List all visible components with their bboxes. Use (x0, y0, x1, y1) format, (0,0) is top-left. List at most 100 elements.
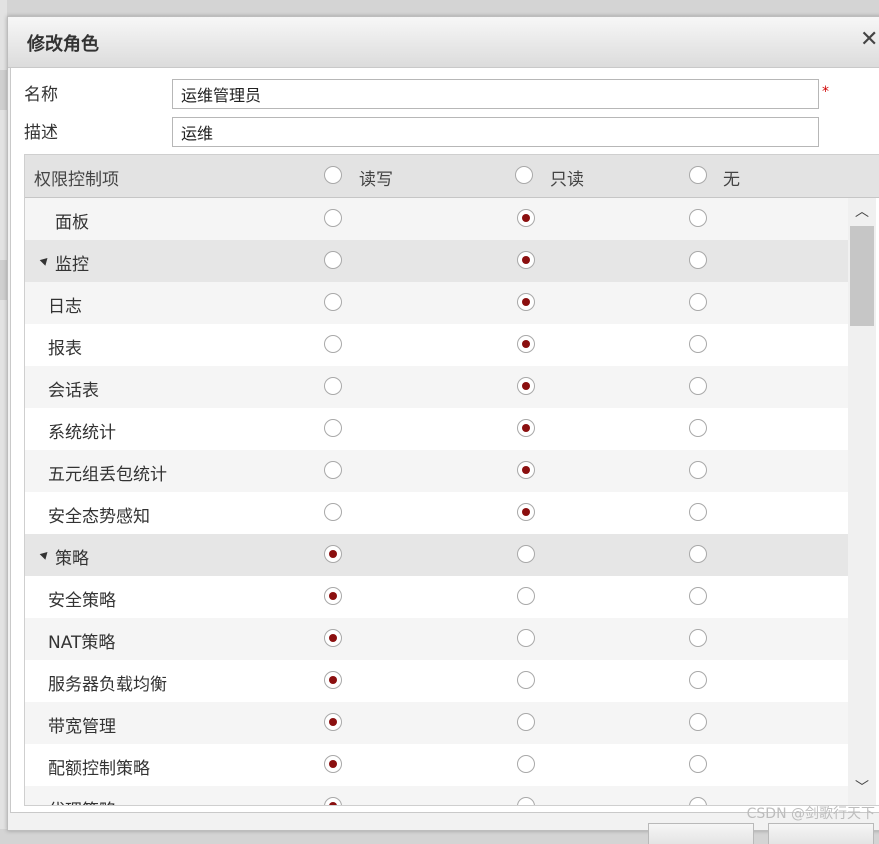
radio-none[interactable] (689, 587, 707, 605)
dialog-title: 修改角色 (27, 34, 99, 55)
radio-none[interactable] (689, 419, 707, 437)
table-row: 报表 (25, 324, 848, 366)
radio-read-write[interactable] (324, 461, 342, 479)
table-row: 监控 (25, 240, 848, 282)
radio-none[interactable] (689, 629, 707, 647)
name-input[interactable] (172, 79, 819, 109)
row-label: NAT策略 (48, 633, 116, 653)
radio-read-write[interactable] (324, 503, 342, 521)
radio-read-write[interactable] (324, 293, 342, 311)
radio-none[interactable] (689, 797, 707, 805)
radio-none[interactable] (689, 293, 707, 311)
name-label: 名称 (24, 85, 58, 105)
row-label: 五元组丢包统计 (48, 465, 167, 485)
scroll-thumb[interactable] (850, 226, 874, 326)
radio-read-write[interactable] (324, 755, 342, 773)
radio-none[interactable] (689, 671, 707, 689)
header-none-radio[interactable] (689, 166, 707, 184)
radio-read-only[interactable] (517, 419, 535, 437)
close-icon[interactable]: ✕ (860, 27, 878, 53)
radio-read-write[interactable] (324, 377, 342, 395)
table-row: 系统统计 (25, 408, 848, 450)
radio-none[interactable] (689, 377, 707, 395)
required-mark: * (822, 84, 829, 100)
header-item-label: 权限控制项 (34, 170, 119, 190)
radio-none[interactable] (689, 461, 707, 479)
table-row: 带宽管理 (25, 702, 848, 744)
permission-table: 权限控制项 读写 只读 无 面板监控日志报表会话表系统统计五元组丢包统计 安全态势… (24, 154, 879, 806)
row-label: 代理策略 (48, 796, 116, 805)
radio-read-only[interactable] (517, 629, 535, 647)
row-label: 面板 (55, 213, 89, 233)
table-row: 日志 (25, 282, 848, 324)
footer-button-left[interactable] (648, 823, 754, 844)
expand-triangle-icon[interactable] (39, 255, 51, 266)
radio-read-only[interactable] (517, 461, 535, 479)
chevron-down-icon[interactable]: ﹀ (852, 778, 872, 798)
row-label: 服务器负载均衡 (48, 675, 167, 695)
radio-read-only[interactable] (517, 377, 535, 395)
table-row: 安全策略 (25, 576, 848, 618)
row-label: 带宽管理 (48, 717, 116, 737)
table-row: 代理策略 (25, 786, 848, 805)
table-row: 五元组丢包统计 (25, 450, 848, 492)
radio-read-write[interactable] (324, 251, 342, 269)
row-label: 日志 (48, 297, 82, 317)
expand-triangle-icon[interactable] (39, 549, 51, 560)
radio-read-write[interactable] (324, 587, 342, 605)
radio-none[interactable] (689, 545, 707, 563)
radio-read-only[interactable] (517, 797, 535, 805)
radio-none[interactable] (689, 503, 707, 521)
radio-read-only[interactable] (517, 251, 535, 269)
scrollbar[interactable]: ︿ ﹀ (848, 198, 876, 805)
table-rows: 面板监控日志报表会话表系统统计五元组丢包统计 安全态势感知策略 安全策略 NAT策略服… (25, 198, 848, 805)
radio-read-write[interactable] (324, 629, 342, 647)
radio-none[interactable] (689, 335, 707, 353)
radio-read-only[interactable] (517, 335, 535, 353)
table-row: 会话表 (25, 366, 848, 408)
radio-none[interactable] (689, 755, 707, 773)
row-label: 系统统计 (48, 423, 116, 443)
header-read-only-radio[interactable] (515, 166, 533, 184)
dialog-body: 名称 * 描述 权限控制项 读写 只读 无 面板监控日志报表会话表系统统计五元组… (10, 67, 879, 813)
radio-read-only[interactable] (517, 755, 535, 773)
radio-read-only[interactable] (517, 293, 535, 311)
radio-read-write[interactable] (324, 419, 342, 437)
radio-read-only[interactable] (517, 503, 535, 521)
radio-read-only[interactable] (517, 209, 535, 227)
table-row: 服务器负载均衡 (25, 660, 848, 702)
background-mark (0, 260, 7, 300)
table-row: 策略 (25, 534, 848, 576)
table-row: NAT策略 (25, 618, 848, 660)
radio-none[interactable] (689, 209, 707, 227)
radio-read-only[interactable] (517, 671, 535, 689)
radio-read-only[interactable] (517, 545, 535, 563)
radio-read-write[interactable] (324, 335, 342, 353)
radio-none[interactable] (689, 713, 707, 731)
row-label: 安全态势感知 (48, 507, 150, 527)
radio-read-only[interactable] (517, 713, 535, 731)
radio-read-write[interactable] (324, 209, 342, 227)
header-read-write-label: 读写 (359, 170, 393, 190)
row-label: 会话表 (48, 381, 99, 401)
header-none-label: 无 (723, 170, 740, 190)
table-row: 配额控制策略 (25, 744, 848, 786)
footer-button-right[interactable] (768, 823, 874, 844)
dialog-titlebar[interactable]: 修改角色 ✕ (8, 17, 879, 68)
row-label: 报表 (48, 339, 82, 359)
header-read-write-radio[interactable] (324, 166, 342, 184)
radio-none[interactable] (689, 251, 707, 269)
desc-input[interactable] (172, 117, 819, 147)
row-label: 配额控制策略 (48, 759, 150, 779)
background-mark (0, 70, 7, 110)
watermark: CSDN @剑歌行天下 (746, 806, 875, 822)
radio-read-only[interactable] (517, 587, 535, 605)
header-read-only-label: 只读 (550, 170, 584, 190)
radio-read-write[interactable] (324, 713, 342, 731)
desc-label: 描述 (24, 123, 58, 143)
radio-read-write[interactable] (324, 797, 342, 805)
background-strip (0, 0, 7, 829)
chevron-up-icon[interactable]: ︿ (852, 202, 872, 222)
radio-read-write[interactable] (324, 545, 342, 563)
radio-read-write[interactable] (324, 671, 342, 689)
